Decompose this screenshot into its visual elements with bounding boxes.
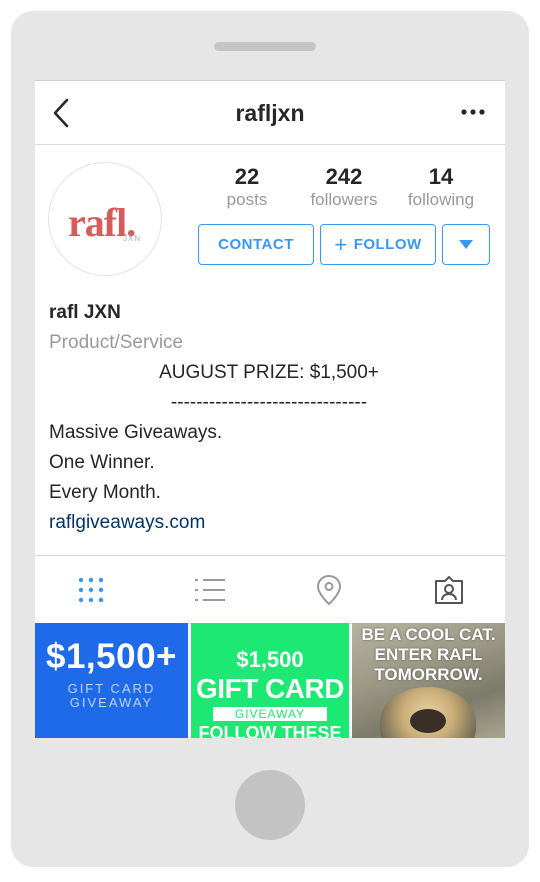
caret-down-icon — [459, 240, 473, 249]
bio-website-link[interactable]: raflgiveaways.com — [49, 508, 489, 538]
tab-tagged[interactable] — [431, 572, 467, 608]
tab-list[interactable] — [192, 572, 228, 608]
post-text: BE A COOL CAT. — [361, 625, 496, 644]
profile-bio: rafl JXN Product/Service AUGUST PRIZE: $… — [49, 298, 489, 538]
post-text: $1,500 — [236, 647, 304, 672]
top-navigation-bar: rafljxn — [35, 81, 505, 145]
location-pin-icon — [316, 574, 342, 606]
profile-avatar[interactable]: rafl. JXN — [48, 162, 162, 276]
profile-username: rafljxn — [235, 100, 305, 126]
post-text: $1,500+ — [46, 637, 177, 676]
bio-divider: ------------------------------- — [170, 392, 368, 413]
post-text: GIFT CARD — [67, 681, 156, 696]
stat-value: 22 — [234, 164, 260, 189]
tab-grid[interactable] — [73, 572, 109, 608]
post-text: FOLLOW THESE — [198, 723, 342, 738]
stat-label: following — [407, 190, 475, 209]
bio-line: Every Month. — [49, 482, 161, 503]
bio-line: One Winner. — [49, 452, 155, 473]
post-thumbnail[interactable]: BE A COOL CAT. ENTER RAFL TOMORROW. — [352, 623, 505, 738]
follow-button[interactable]: + FOLLOW — [320, 224, 436, 265]
stat-followers[interactable]: 242 followers — [294, 164, 394, 210]
post-text: GIFT CARD — [196, 673, 344, 704]
stat-value: 14 — [428, 164, 454, 189]
brand-logo-subtext: JXN — [123, 234, 142, 243]
profile-display-name: rafl JXN — [49, 302, 121, 323]
post-text: TOMORROW. — [374, 665, 483, 684]
posts-grid: $1,500+ GIFT CARD GIVEAWAY $1,500 GIFT C… — [35, 623, 505, 738]
bio-line: Massive Giveaways. — [49, 422, 223, 443]
profile-tab-bar — [35, 555, 505, 624]
post-text: ENTER RAFL — [374, 645, 483, 664]
post-text: GIVEAWAY — [69, 695, 154, 710]
list-icon — [195, 579, 225, 601]
app-screen: rafljxn rafl. JXN 22 posts 242 followers… — [35, 80, 505, 738]
stat-label: posts — [226, 190, 268, 209]
stat-value: 242 — [325, 164, 363, 189]
post-thumbnail[interactable]: $1,500+ GIFT CARD GIVEAWAY — [35, 623, 188, 738]
home-button[interactable] — [235, 770, 305, 840]
follow-button-label: FOLLOW — [353, 236, 422, 253]
phone-speaker — [214, 42, 316, 51]
stat-following[interactable]: 14 following — [391, 164, 491, 210]
plus-icon: + — [334, 231, 348, 257]
contact-button[interactable]: CONTACT — [198, 224, 314, 265]
tagged-person-icon — [435, 576, 463, 604]
tab-location[interactable] — [311, 572, 347, 608]
suggestions-dropdown-button[interactable] — [442, 224, 490, 265]
post-thumbnail[interactable]: $1,500 GIFT CARD GIVEAWAY FOLLOW THESE — [191, 623, 349, 738]
more-options-icon[interactable] — [460, 103, 486, 121]
stat-label: followers — [310, 190, 378, 209]
post-text: GIVEAWAY — [213, 707, 327, 721]
bio-prize-line: AUGUST PRIZE: $1,500+ — [159, 362, 379, 383]
profile-category: Product/Service — [49, 332, 184, 353]
contact-button-label: CONTACT — [218, 236, 294, 253]
grid-icon — [78, 577, 104, 603]
stat-posts[interactable]: 22 posts — [197, 164, 297, 210]
cat-nose-image — [410, 709, 446, 733]
